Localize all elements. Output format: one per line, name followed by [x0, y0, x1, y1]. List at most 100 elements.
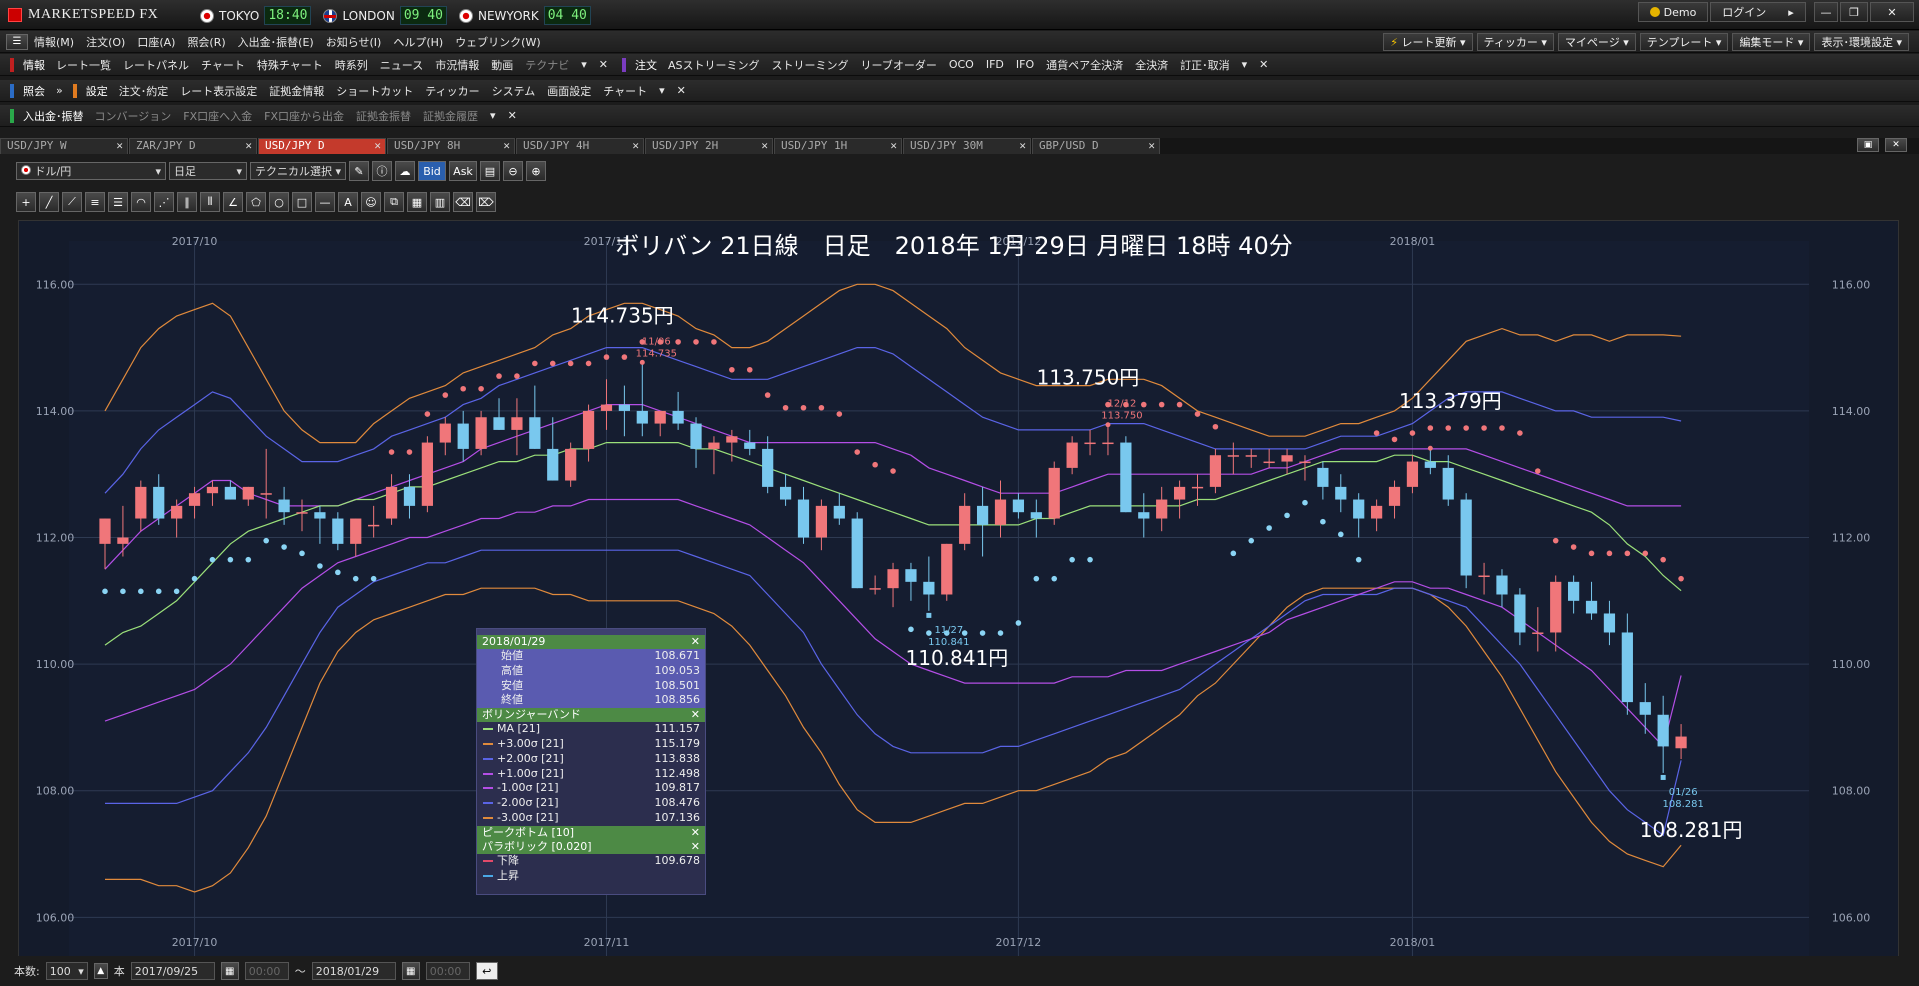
chevron-down-icon[interactable]: ▾ [484, 109, 502, 122]
calendar-icon[interactable]: ▦ [401, 962, 420, 980]
eraser-icon[interactable]: ⌫ [453, 192, 473, 212]
tb-rate-display[interactable]: レート表示設定 [174, 83, 263, 99]
arc-icon[interactable]: ◠ [131, 192, 151, 212]
chevron-down-icon[interactable]: ▾ [653, 84, 671, 97]
tb-market-info[interactable]: 市況情報 [429, 57, 485, 73]
paste-icon[interactable]: ▦ [407, 192, 427, 212]
zoom-in-icon[interactable]: ⊕ [526, 161, 546, 181]
mypage-button[interactable]: マイページ ▾ [1557, 33, 1636, 51]
zoom-out-icon[interactable]: ⊖ [503, 161, 523, 181]
tb-ticker[interactable]: ティッカー [419, 83, 485, 99]
tb-all-settle[interactable]: 全決済 [1129, 57, 1174, 73]
login-button[interactable]: ログイン ▸ [1710, 2, 1806, 22]
chevron-down-icon[interactable]: ▾ [1236, 58, 1254, 71]
close-icon[interactable]: ✕ [671, 84, 692, 97]
tab-gbpusd-d[interactable]: GBP/USD D ✕ [1032, 138, 1160, 154]
parallel-lines-icon[interactable]: ∥ [177, 192, 197, 212]
tb-ifd[interactable]: IFD [980, 58, 1010, 71]
period-select[interactable]: 日足 ▾ [169, 162, 247, 180]
menu-account[interactable]: 口座(A) [131, 34, 181, 50]
close-icon[interactable]: ✕ [1253, 58, 1274, 71]
cloud-icon[interactable]: ☁ [395, 161, 415, 181]
close-icon[interactable]: ✕ [691, 708, 700, 722]
to-time-field[interactable]: 00:00 [425, 962, 470, 980]
close-icon[interactable]: ✕ [1885, 138, 1907, 152]
menu-deposit[interactable]: 入出金･振替(E) [232, 34, 320, 50]
close-icon[interactable]: ✕ [1019, 139, 1026, 152]
close-icon[interactable]: ✕ [1148, 139, 1155, 152]
from-time-field[interactable]: 00:00 [244, 962, 289, 980]
tb-chart-settings[interactable]: チャート [597, 83, 653, 99]
tb-ifo[interactable]: IFO [1010, 58, 1040, 71]
fan-icon[interactable]: ⋰ [154, 192, 174, 212]
tb-rate-panel[interactable]: レートパネル [117, 57, 195, 73]
from-date-field[interactable]: 2017/09/25 [130, 962, 215, 980]
pen-icon[interactable]: ✎ [349, 161, 369, 181]
close-icon[interactable]: ✕ [503, 139, 510, 152]
tb-system[interactable]: システム [486, 83, 542, 99]
menu-help[interactable]: ヘルプ(H) [387, 34, 449, 50]
tab-usdjpy-8h[interactable]: USD/JPY 8H ✕ [387, 138, 515, 154]
display-settings-button[interactable]: 表示･環境設定 ▾ [1814, 33, 1909, 51]
tb-special-chart[interactable]: 特殊チャート [251, 57, 329, 73]
close-icon[interactable]: ✕ [691, 826, 700, 840]
currency-select[interactable]: ドル/円 ▾ [16, 162, 166, 180]
close-icon[interactable]: ✕ [116, 139, 123, 152]
demo-button[interactable]: Demo [1638, 2, 1708, 22]
close-icon[interactable]: ✕ [374, 139, 381, 152]
tab-usdjpy-2h[interactable]: USD/JPY 2H ✕ [645, 138, 773, 154]
maximize-icon[interactable]: ▣ [1857, 138, 1879, 152]
tb-margin-history[interactable]: 証拠金履歴 [417, 108, 484, 124]
close-icon[interactable]: ✕ [691, 840, 700, 854]
horizontal-line-icon[interactable]: — [315, 192, 335, 212]
tab-usdjpy-d[interactable]: USD/JPY D ✕ [258, 138, 386, 154]
tab-usdjpy-w[interactable]: USD/JPY W ✕ [0, 138, 128, 154]
tab-usdjpy-1h[interactable]: USD/JPY 1H ✕ [774, 138, 902, 154]
rate-update-button[interactable]: ⚡ レート更新 ▾ [1383, 33, 1473, 51]
tb-screen-settings[interactable]: 画面設定 [541, 83, 597, 99]
menu-weblink[interactable]: ウェブリンク(W) [449, 34, 546, 50]
tb-shortcut[interactable]: ショートカット [330, 83, 419, 99]
copy-icon[interactable]: ⧉ [384, 192, 404, 212]
candlestick-chart[interactable]: 106.00 106.00 108.00 108.00 110.00 110.00 112.… [19, 221, 1900, 961]
close-icon[interactable]: ✕ [593, 58, 614, 71]
close-icon[interactable]: ✕ [691, 635, 700, 649]
count-up-button[interactable]: ▲ [93, 963, 108, 979]
info-icon[interactable]: ⓘ [372, 161, 392, 181]
tab-zarjpy-d[interactable]: ZAR/JPY D ✕ [129, 138, 257, 154]
chart-type-icon[interactable]: ▤ [480, 161, 500, 181]
tb-video[interactable]: 動画 [485, 57, 519, 73]
close-icon[interactable]: ✕ [761, 139, 768, 152]
tb-oco[interactable]: OCO [943, 58, 980, 71]
menu-icon[interactable]: ☰ [6, 33, 28, 50]
tb-technavi[interactable]: テクナビ [519, 57, 575, 73]
tb-leave-order[interactable]: リーブオーダー [855, 57, 943, 73]
toolbar-funds-tag[interactable]: 入出金･振替 [18, 107, 89, 125]
chart-area[interactable]: 106.00 106.00 108.00 108.00 110.00 110.00 112.… [18, 220, 1900, 961]
text-icon[interactable]: A [338, 192, 358, 212]
minimize-button[interactable]: — [1814, 2, 1838, 22]
crosshair-icon[interactable]: + [16, 192, 36, 212]
tb-withdraw-fx[interactable]: FX口座から出金 [258, 108, 350, 124]
ruler-icon[interactable]: ⟋ [62, 192, 82, 212]
close-icon[interactable]: ✕ [890, 139, 897, 152]
tb-streaming[interactable]: ストリーミング [766, 57, 855, 73]
pentagon-icon[interactable]: ⬠ [246, 192, 266, 212]
menu-inquiry[interactable]: 照会(R) [181, 34, 231, 50]
close-button[interactable]: ✕ [1870, 2, 1914, 22]
tab-usdjpy-4h[interactable]: USD/JPY 4H ✕ [516, 138, 644, 154]
tb-chart[interactable]: チャート [195, 57, 251, 73]
angle-icon[interactable]: ∠ [223, 192, 243, 212]
technical-select[interactable]: テクニカル選択 ▾ [250, 162, 346, 180]
ticker-button[interactable]: ティッカー ▾ [1476, 33, 1554, 51]
emoji-icon[interactable]: ☺ [361, 192, 381, 212]
bid-button[interactable]: Bid [418, 161, 446, 181]
to-date-field[interactable]: 2018/01/29 [311, 962, 396, 980]
menu-notice[interactable]: お知らせ(I) [320, 34, 388, 50]
chevron-down-icon[interactable]: ▾ [575, 58, 593, 71]
tb-deposit-fx[interactable]: FX口座へ入金 [177, 108, 258, 124]
tb-conversion[interactable]: コンバージョン [89, 108, 178, 124]
tb-margin-transfer[interactable]: 証拠金振替 [350, 108, 417, 124]
tb-order-exec[interactable]: 注文･約定 [113, 83, 175, 99]
close-icon[interactable]: ✕ [502, 109, 523, 122]
